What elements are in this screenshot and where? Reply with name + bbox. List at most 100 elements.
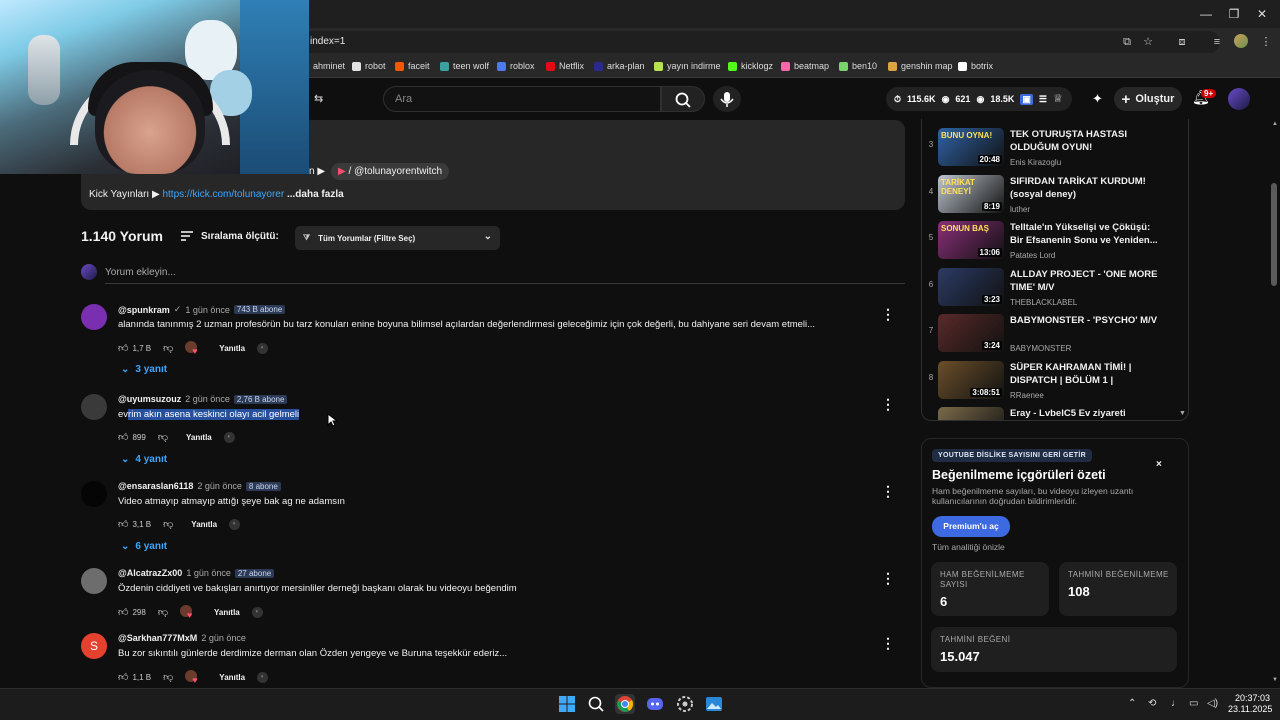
comment-author[interactable]: @uyumsuzouz xyxy=(118,394,181,404)
translate-icon[interactable]: ◐ xyxy=(257,671,269,683)
scroll-down-icon[interactable]: ▼ xyxy=(1179,410,1186,417)
bookmark-item[interactable]: Netflix xyxy=(546,61,584,71)
video-title[interactable]: TEK OTURUŞTA HASTASI OLDUĞUM OYUN! xyxy=(1010,128,1160,154)
video-title[interactable]: SÜPER KAHRAMAN TİMİ! | DISPATCH | BÖLÜM … xyxy=(1010,361,1160,387)
recommended-video[interactable]: 4 TARİKAT DENEYİ 8:19 SIFIRDAN TARİKAT KURD… xyxy=(922,171,1184,217)
like-icon[interactable]: 👍︎ xyxy=(118,606,128,618)
comment-author[interactable]: @ensaraslan6118 xyxy=(118,481,193,491)
recommended-video[interactable]: 6 3:23 ALLDAY PROJECT - 'ONE MORE TIME' M/… xyxy=(922,264,1184,310)
recommended-video[interactable]: 8 3:08:51 SÜPER KAHRAMAN TİMİ! | DISPATCH … xyxy=(922,357,1184,403)
channel-name[interactable]: Enis Kirazoglu xyxy=(1010,158,1061,167)
video-thumbnail[interactable]: TARİKAT DENEYİ 8:19 xyxy=(938,174,1004,213)
video-thumbnail[interactable]: BUNU OYNA! 20:48 xyxy=(938,128,1004,166)
channel-name[interactable]: Patates Lord xyxy=(1010,251,1055,260)
settings-app-icon[interactable] xyxy=(675,694,695,714)
bookmark-item[interactable]: beatmap xyxy=(781,61,829,71)
bookmark-item[interactable]: faceit xyxy=(395,61,430,71)
kick-link[interactable]: https://kick.com/tolunayorer xyxy=(162,189,284,200)
comment-avatar[interactable] xyxy=(81,568,107,594)
volume-icon[interactable]: ◁) xyxy=(1207,698,1218,709)
video-thumbnail[interactable]: 3:08:51 xyxy=(938,360,1004,399)
sort-label[interactable]: Sıralama ölçütü: xyxy=(201,231,279,242)
comment-avatar[interactable]: S xyxy=(81,633,107,659)
search-button[interactable] xyxy=(661,86,705,112)
twitch-link-chip[interactable]: ▶ / @tolunayorentwitch xyxy=(331,163,450,180)
video-thumbnail[interactable]: 3:23 xyxy=(938,267,1004,306)
video-thumbnail[interactable]: SONUN BAŞ 13:06 xyxy=(938,221,1004,259)
address-bar[interactable] xyxy=(300,31,1220,53)
bookmark-item[interactable]: arka-plan xyxy=(594,61,645,71)
discord-taskbar-icon[interactable] xyxy=(645,694,665,714)
photos-taskbar-icon[interactable] xyxy=(704,694,724,714)
preview-analytics-link[interactable]: Tüm analitiği önizle xyxy=(932,542,1005,552)
comment-menu-icon[interactable]: ⋮ xyxy=(881,396,895,413)
bookmark-item[interactable]: kicklogz xyxy=(728,61,773,71)
premium-button[interactable]: Premium'u aç xyxy=(932,516,1010,537)
comment-time[interactable]: 1 gün önce xyxy=(185,305,230,315)
view-replies-button[interactable]: ⌄ 3 yanıt xyxy=(121,364,167,375)
like-icon[interactable]: 👍︎ xyxy=(118,431,128,443)
show-more-button[interactable]: ...daha fazla xyxy=(287,189,344,200)
comment-time[interactable]: 1 gün önce xyxy=(186,568,231,578)
like-icon[interactable]: 👍︎ xyxy=(118,671,128,683)
reply-button[interactable]: Yanıtla xyxy=(219,344,245,353)
video-thumbnail[interactable]: 3:24 xyxy=(938,314,1004,352)
comment-menu-icon[interactable]: ⋮ xyxy=(881,483,895,500)
bookmark-item[interactable]: botrix xyxy=(958,61,993,71)
dislike-icon[interactable]: 👎︎ xyxy=(158,606,168,618)
comment-time[interactable]: 2 gün önce xyxy=(201,633,246,643)
recommended-video[interactable]: Eray - LvbelC5 Ev ziyareti xyxy=(922,403,1184,420)
bookmark-item[interactable]: genshin map xyxy=(888,61,953,71)
tray-chevron-icon[interactable]: ⌃ xyxy=(1128,698,1136,709)
guide-settings-icon[interactable]: ⇆ xyxy=(314,92,323,105)
media-icon[interactable]: ≡ xyxy=(1210,35,1224,49)
page-scrollbar-thumb[interactable] xyxy=(1271,183,1277,286)
minimize-icon[interactable]: — xyxy=(1198,6,1214,22)
add-comment-input[interactable]: Yorum ekleyin... xyxy=(105,267,176,278)
comment-menu-icon[interactable]: ⋮ xyxy=(881,570,895,587)
scroll-up-icon[interactable]: ▲ xyxy=(1272,121,1278,127)
voice-search-button[interactable] xyxy=(713,86,741,112)
mic-tray-icon[interactable]: ♩ xyxy=(1171,698,1181,709)
channel-name[interactable]: THEBLACKLABEL xyxy=(1010,298,1077,307)
recommended-video[interactable]: 3 BUNU OYNA! 20:48 TEK OTURUŞTA HASTASI OLD… xyxy=(922,124,1184,170)
reply-button[interactable]: Yanıtla xyxy=(219,673,245,682)
video-title[interactable]: Telltale'ın Yükselişi ve Çöküşü: Bir Efs… xyxy=(1010,221,1160,247)
reply-button[interactable]: Yanıtla xyxy=(186,433,212,442)
search-input[interactable] xyxy=(383,86,661,112)
close-icon[interactable]: ✕ xyxy=(1254,6,1270,22)
dislike-icon[interactable]: 👎︎ xyxy=(163,518,173,530)
view-replies-button[interactable]: ⌄ 6 yanıt xyxy=(121,541,167,552)
like-icon[interactable]: 👍︎ xyxy=(118,342,128,354)
comment-avatar[interactable] xyxy=(81,481,107,507)
like-icon[interactable]: 👍︎ xyxy=(118,518,128,530)
recommended-video[interactable]: 5 SONUN BAŞ 13:06 Telltale'ın Yükselişi ve … xyxy=(922,217,1184,263)
translate-icon[interactable]: ◐ xyxy=(223,431,235,443)
create-button[interactable]: + Oluştur xyxy=(1114,87,1182,111)
video-title[interactable]: BABYMONSTER - 'PSYCHO' M/V xyxy=(1010,314,1160,327)
bookmark-item[interactable]: roblox xyxy=(497,61,535,71)
profile-avatar[interactable] xyxy=(1234,34,1248,48)
translate-icon[interactable]: ◐ xyxy=(251,606,263,618)
scroll-down-icon[interactable]: ▼ xyxy=(1272,677,1278,683)
cast-icon[interactable]: ⧉ xyxy=(1120,35,1134,49)
start-icon[interactable] xyxy=(557,694,577,714)
network-icon[interactable]: ▭ xyxy=(1189,698,1198,709)
bookmark-item[interactable]: ben10 xyxy=(839,61,877,71)
comment-menu-icon[interactable]: ⋮ xyxy=(881,306,895,323)
taskbar-clock[interactable]: 20:37:03 23.11.2025 xyxy=(1228,693,1272,715)
chrome-menu-icon[interactable]: ⋮ xyxy=(1259,35,1273,49)
view-replies-button[interactable]: ⌄ 4 yanıt xyxy=(121,454,167,465)
comment-author[interactable]: @AlcatrazZx00 xyxy=(118,568,182,578)
comment-time[interactable]: 2 gün önce xyxy=(185,394,230,404)
translate-icon[interactable]: ◐ xyxy=(229,518,241,530)
bookmark-star-icon[interactable]: ☆ xyxy=(1141,35,1155,49)
sync-icon[interactable]: ⟲ xyxy=(1148,698,1156,709)
extensions-icon[interactable]: ⧈ xyxy=(1175,35,1189,49)
recommended-video[interactable]: 7 3:24 BABYMONSTER - 'PSYCHO' M/V BABYMONST… xyxy=(922,310,1184,356)
gift-icon[interactable]: ✦ xyxy=(1092,91,1103,107)
dislike-icon[interactable]: 👎︎ xyxy=(163,342,173,354)
dislike-icon[interactable]: 👎︎ xyxy=(163,671,173,683)
channel-name[interactable]: BABYMONSTER xyxy=(1010,344,1071,353)
bookmark-item[interactable]: teen wolf xyxy=(440,61,489,71)
